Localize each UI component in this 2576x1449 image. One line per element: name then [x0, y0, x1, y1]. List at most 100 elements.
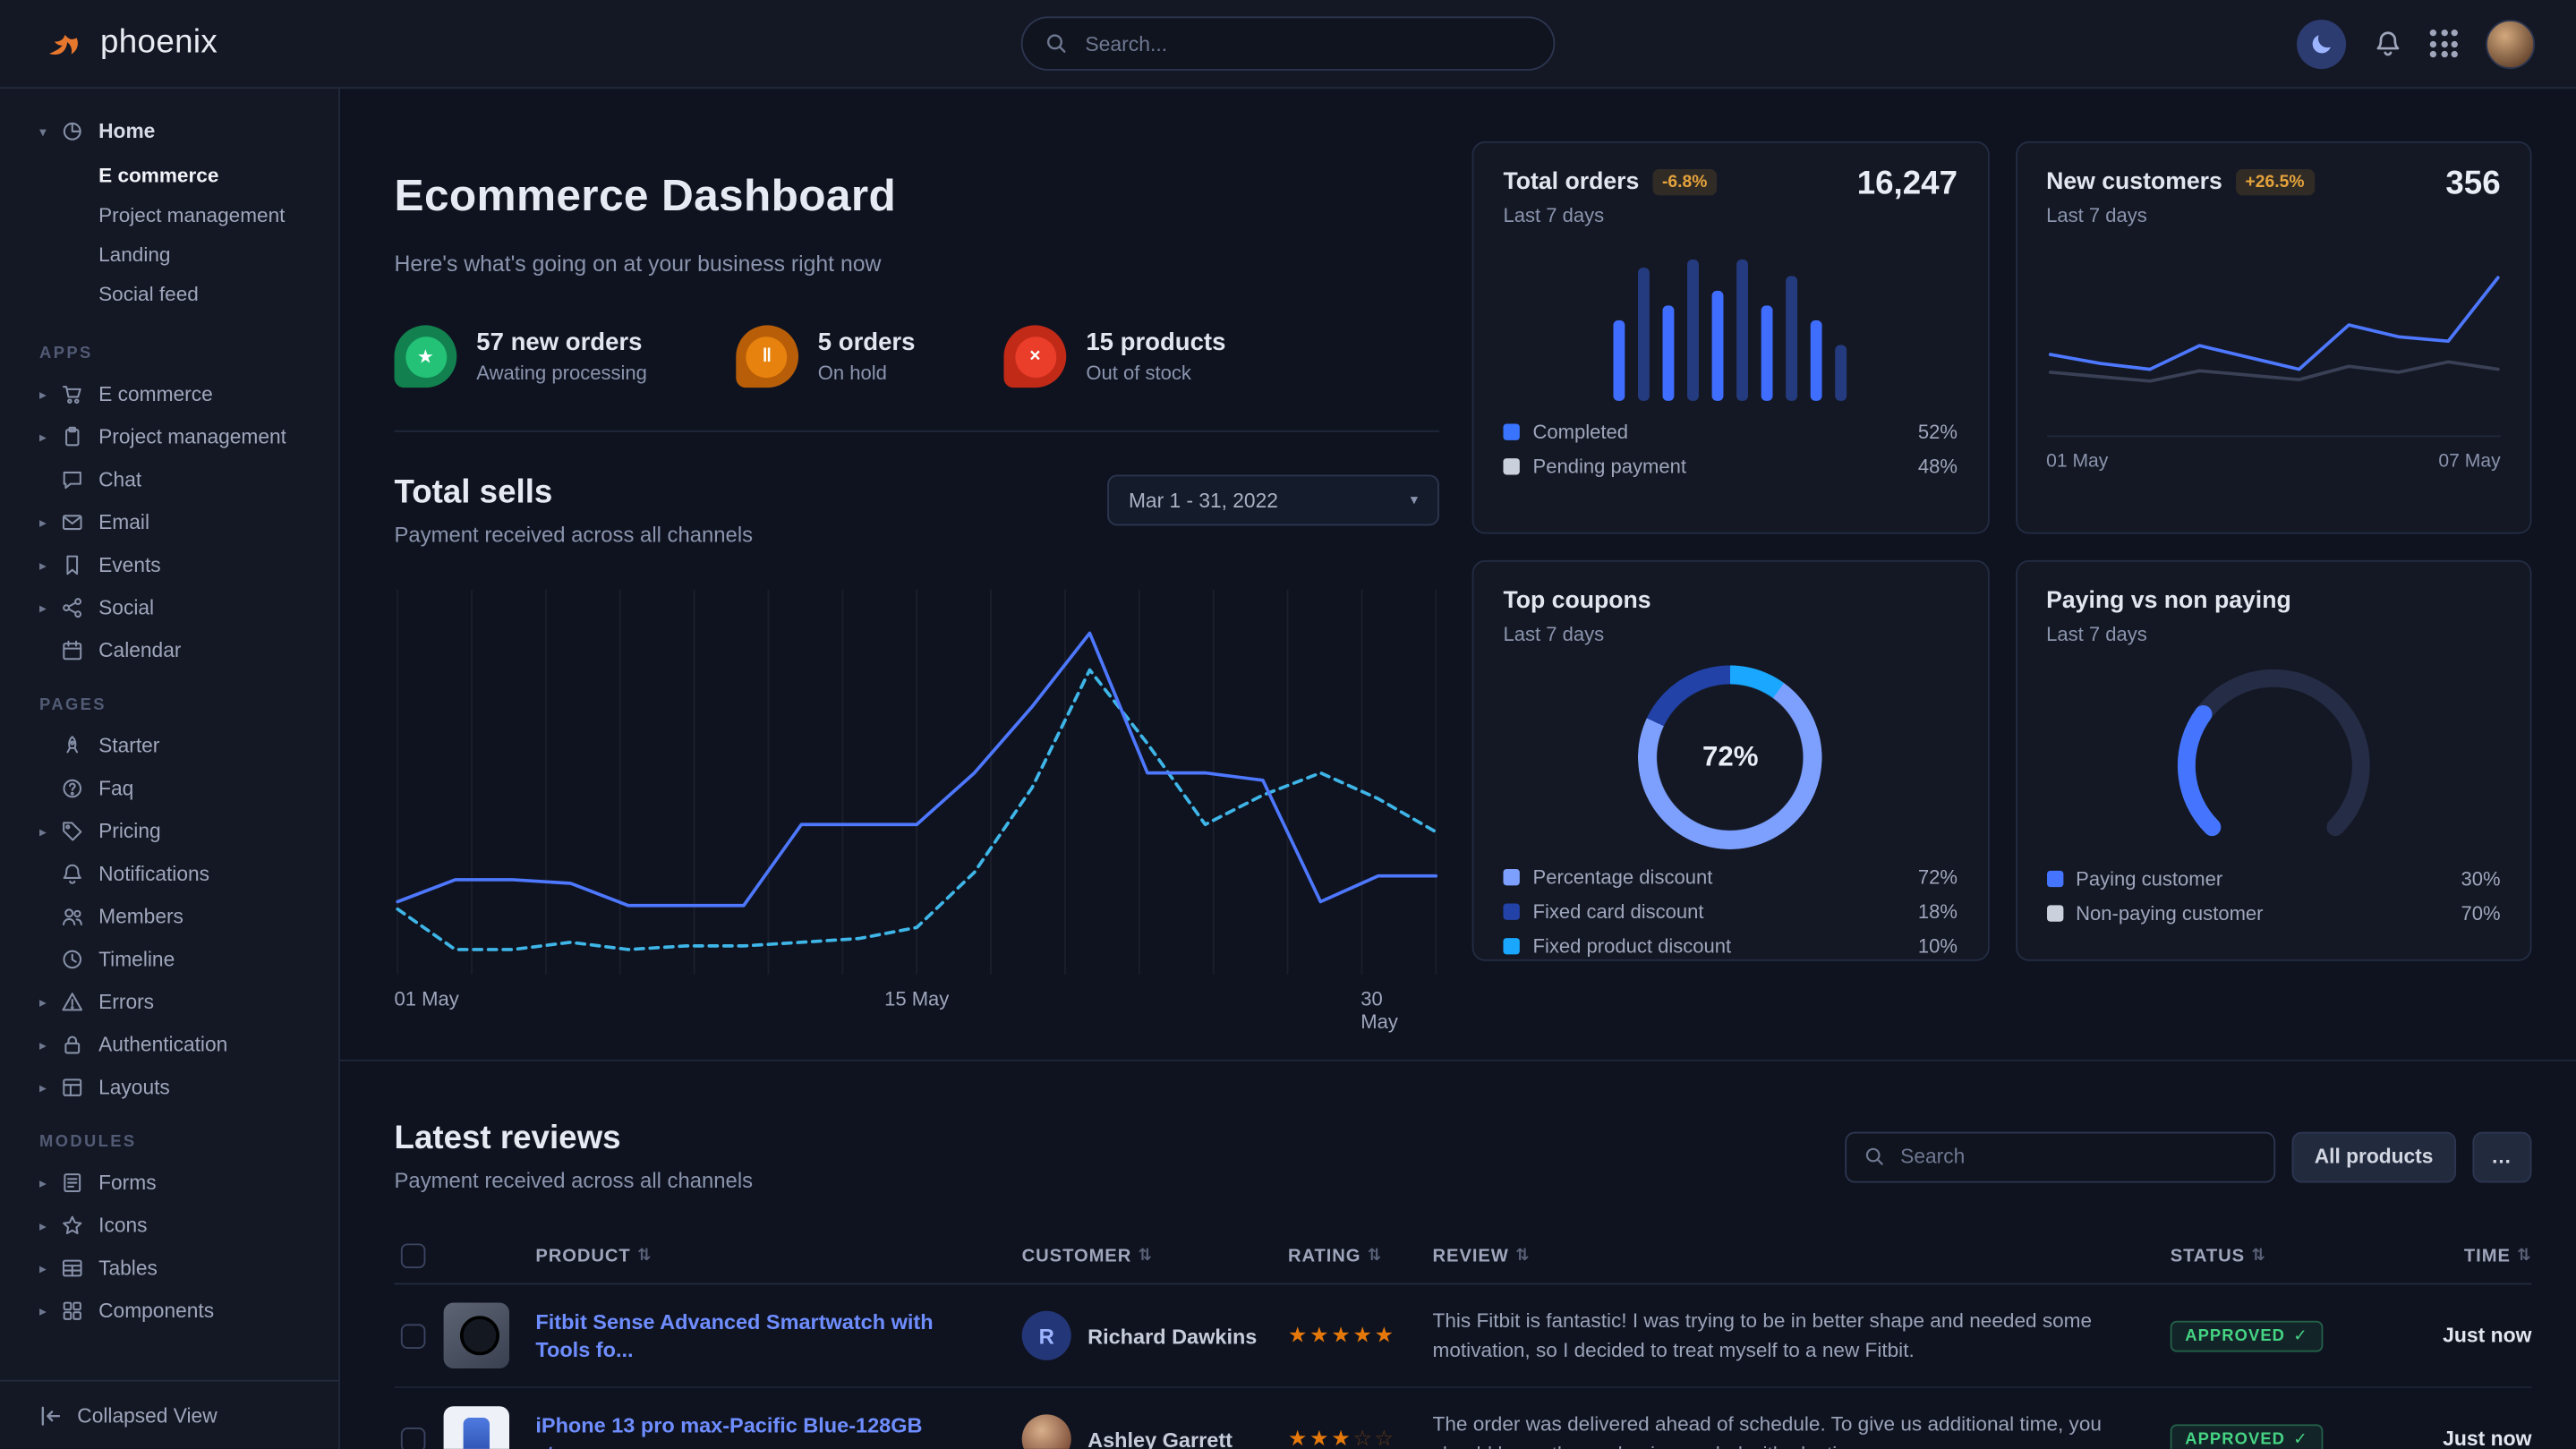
status-badge: APPROVED ✓ — [2171, 1424, 2324, 1449]
sidebar-item-label: Components — [98, 1300, 214, 1323]
sidebar-item-faq[interactable]: Faq — [0, 767, 338, 810]
legend-item: Non-paying customer 70% — [2046, 902, 2501, 925]
stat-new-orders: ★ 57 new orders Awating processing — [395, 326, 647, 388]
sidebar-item-home[interactable]: ▾ Home — [0, 110, 338, 153]
sidebar-item-label: Tables — [98, 1257, 158, 1280]
apps-grid-button[interactable] — [2430, 30, 2458, 57]
sidebar-item-members[interactable]: Members — [0, 895, 338, 938]
sort-icon[interactable]: ⇅ — [1368, 1247, 1382, 1265]
sort-icon[interactable]: ⇅ — [2251, 1247, 2265, 1265]
sidebar-item-label: Starter — [98, 734, 159, 757]
product-link[interactable]: Fitbit Sense Advanced Smartwatch with To… — [535, 1308, 1021, 1364]
sidebar-item-email[interactable]: ▸ Email — [0, 501, 338, 544]
global-search[interactable] — [1021, 16, 1556, 71]
user-avatar[interactable] — [2486, 19, 2535, 68]
card-title: Total orders — [1503, 169, 1639, 195]
sidebar-item-label: Calendar — [98, 639, 181, 662]
total-orders-value: 16,247 — [1857, 166, 1958, 203]
sidebar-subitem-ecommerce[interactable]: E commerce — [0, 156, 338, 195]
new-customers-chart-canvas — [2046, 250, 2501, 421]
star-icon — [61, 1214, 86, 1237]
product-link[interactable]: iPhone 13 pro max-Pacific Blue-128GB sto… — [535, 1411, 1021, 1448]
column-header-status[interactable]: STATUS ⇅ — [2171, 1247, 2384, 1266]
legend-swatch — [1503, 869, 1519, 885]
total-sells-title: Total sells — [395, 475, 754, 513]
more-options-button[interactable]: … — [2472, 1131, 2531, 1182]
sidebar-subitem-project-management[interactable]: Project management — [0, 195, 338, 234]
sidebar-item-project-management-app[interactable]: ▸ Project management — [0, 415, 338, 458]
sidebar-item-icons[interactable]: ▸ Icons — [0, 1204, 338, 1247]
total-sells-chart-canvas — [395, 584, 1439, 975]
row-checkbox[interactable] — [401, 1324, 426, 1349]
sidebar-subitem-landing[interactable]: Landing — [0, 234, 338, 274]
coupons-donut-chart: 72% — [1638, 665, 1822, 849]
clipboard-icon — [61, 425, 86, 448]
sidebar-item-layouts[interactable]: ▸ Layouts — [0, 1066, 338, 1109]
all-products-button[interactable]: All products — [2291, 1131, 2456, 1182]
sidebar-item-forms[interactable]: ▸ Forms — [0, 1162, 338, 1205]
bar — [1787, 275, 1798, 400]
sidebar-item-pricing[interactable]: ▸ Pricing — [0, 810, 338, 853]
rating-stars: ★★★☆☆ — [1288, 1427, 1433, 1449]
sort-icon[interactable]: ⇅ — [2517, 1247, 2531, 1265]
sidebar-item-timeline[interactable]: Timeline — [0, 938, 338, 981]
sidebar-item-notifications[interactable]: Notifications — [0, 853, 338, 896]
paying-vs-nonpaying-card: Paying vs non paying Last 7 days Paying … — [2015, 560, 2531, 961]
dashboard-cards: Total orders -6.8% 16,247 Last 7 days Co… — [1472, 141, 2532, 1014]
column-header-product[interactable]: PRODUCT ⇅ — [535, 1247, 1021, 1266]
new-customers-value: 356 — [2445, 166, 2500, 203]
sort-icon[interactable]: ⇅ — [1515, 1247, 1530, 1265]
users-icon — [61, 905, 86, 928]
select-all-checkbox[interactable] — [401, 1244, 426, 1269]
reviews-search-input[interactable] — [1897, 1144, 2255, 1170]
legend-label: Percentage discount — [1533, 865, 1713, 889]
legend-swatch — [2046, 871, 2062, 887]
sidebar-item-tables[interactable]: ▸ Tables — [0, 1247, 338, 1290]
date-range-select[interactable]: Mar 1 - 31, 2022 ▾ — [1107, 475, 1439, 526]
review-text: The order was delivered ahead of schedul… — [1433, 1409, 2171, 1449]
collapsed-view-toggle[interactable]: Collapsed View — [0, 1380, 338, 1449]
column-header-review[interactable]: REVIEW ⇅ — [1433, 1247, 2171, 1266]
column-header-customer[interactable]: CUSTOMER ⇅ — [1022, 1247, 1288, 1266]
donut-center-value: 72% — [1638, 665, 1822, 849]
sidebar-item-components[interactable]: ▸ Components — [0, 1290, 338, 1333]
customer-avatar[interactable]: R — [1022, 1311, 1071, 1360]
notifications-button[interactable] — [2374, 30, 2401, 57]
layout-icon — [61, 1076, 86, 1099]
navbar-actions — [2297, 19, 2576, 68]
sidebar-item-chat[interactable]: Chat — [0, 458, 338, 501]
reviews-search[interactable] — [1845, 1131, 2275, 1182]
bar — [1836, 345, 1847, 401]
sidebar-item-authentication[interactable]: ▸ Authentication — [0, 1024, 338, 1067]
brand[interactable]: phoenix — [0, 22, 218, 65]
table-icon — [61, 1257, 86, 1280]
sidebar-item-errors[interactable]: ▸ Errors — [0, 981, 338, 1024]
sidebar-item-ecommerce-app[interactable]: ▸ E commerce — [0, 373, 338, 416]
section-divider — [340, 1060, 2576, 1061]
sidebar-item-label: Authentication — [98, 1034, 227, 1057]
theme-toggle-button[interactable] — [2297, 19, 2346, 68]
search-input[interactable] — [1082, 30, 1531, 56]
sort-icon[interactable]: ⇅ — [1139, 1247, 1153, 1265]
product-image[interactable] — [444, 1303, 509, 1368]
legend-swatch — [1503, 458, 1519, 474]
column-label: PRODUCT — [535, 1247, 630, 1266]
bell-icon — [2374, 30, 2401, 57]
customer-name: Richard Dawkins — [1088, 1324, 1257, 1349]
column-header-rating[interactable]: RATING ⇅ — [1288, 1247, 1433, 1266]
sidebar-item-starter[interactable]: Starter — [0, 724, 338, 767]
total-orders-card: Total orders -6.8% 16,247 Last 7 days Co… — [1472, 141, 1989, 534]
column-header-time[interactable]: TIME ⇅ — [2384, 1247, 2531, 1266]
customer-avatar[interactable]: A — [1022, 1415, 1071, 1449]
sidebar-item-events[interactable]: ▸ Events — [0, 544, 338, 587]
row-checkbox[interactable] — [401, 1427, 426, 1448]
sort-icon[interactable]: ⇅ — [637, 1247, 652, 1265]
product-image[interactable] — [444, 1406, 509, 1448]
sidebar-item-calendar[interactable]: Calendar — [0, 629, 338, 672]
caret-right-icon: ▸ — [39, 599, 61, 617]
sidebar-item-label: Chat — [98, 468, 141, 491]
legend-value: 10% — [1918, 934, 1958, 958]
sidebar-item-social[interactable]: ▸ Social — [0, 586, 338, 629]
sidebar-subitem-social-feed[interactable]: Social feed — [0, 275, 338, 314]
check-icon: ✓ — [2293, 1430, 2307, 1448]
